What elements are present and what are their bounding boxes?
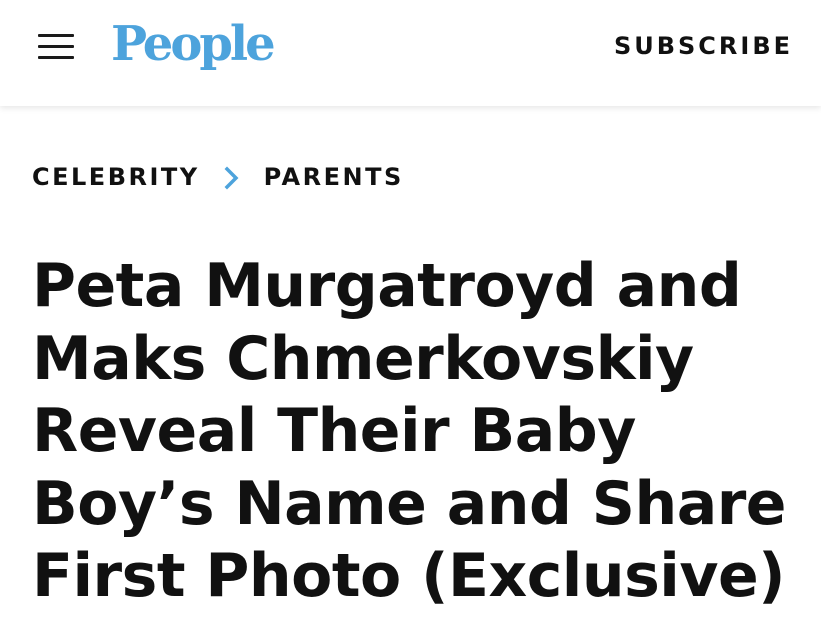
hamburger-menu-icon[interactable] <box>38 32 74 60</box>
menu-bar <box>38 56 74 59</box>
article-headline: Peta Murgatroyd and Maks Chmerkovskiy Re… <box>32 251 787 611</box>
people-logo[interactable]: People <box>111 14 276 74</box>
breadcrumb-item-parents[interactable]: PARENTS <box>264 160 404 194</box>
site-header: People SUBSCRIBE <box>0 0 821 106</box>
menu-bar <box>38 45 74 48</box>
menu-bar <box>38 34 74 37</box>
breadcrumb-item-celebrity[interactable]: CELEBRITY <box>32 160 200 194</box>
subscribe-button[interactable]: SUBSCRIBE <box>614 29 793 63</box>
breadcrumb: CELEBRITY PARENTS <box>32 160 404 194</box>
chevron-right-icon <box>216 162 250 192</box>
